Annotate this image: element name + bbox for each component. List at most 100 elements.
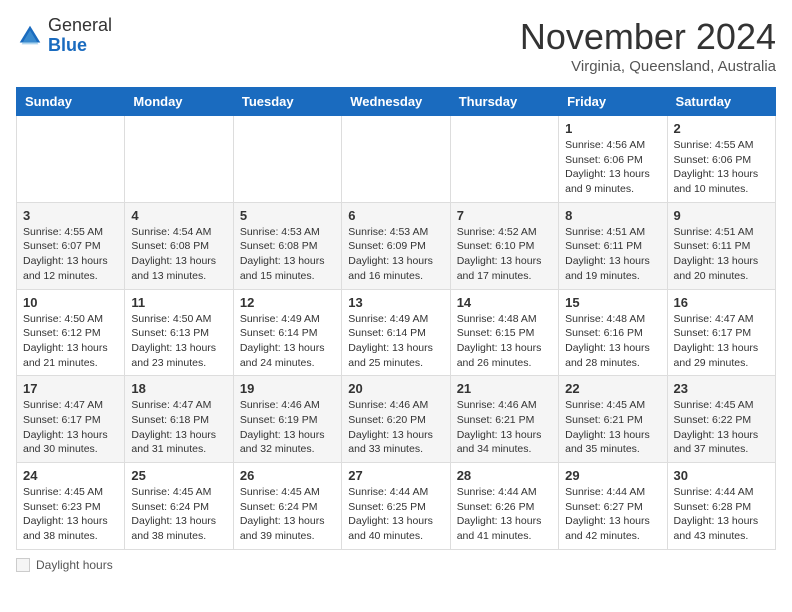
calendar-cell: 23 Sunrise: 4:45 AM Sunset: 6:22 PM Dayli… — [667, 376, 775, 463]
calendar-week-0: 1 Sunrise: 4:56 AM Sunset: 6:06 PM Daylig… — [17, 116, 776, 203]
col-thursday: Thursday — [450, 88, 558, 116]
day-number: 12 — [240, 295, 335, 310]
legend-box — [16, 558, 30, 572]
day-info: Sunrise: 4:44 AM Sunset: 6:27 PM Dayligh… — [565, 485, 660, 544]
calendar-cell: 12 Sunrise: 4:49 AM Sunset: 6:14 PM Dayli… — [233, 289, 341, 376]
calendar-cell: 22 Sunrise: 4:45 AM Sunset: 6:21 PM Dayli… — [559, 376, 667, 463]
day-number: 14 — [457, 295, 552, 310]
calendar-cell: 2 Sunrise: 4:55 AM Sunset: 6:06 PM Daylig… — [667, 116, 775, 203]
day-info: Sunrise: 4:45 AM Sunset: 6:24 PM Dayligh… — [131, 485, 226, 544]
day-info: Sunrise: 4:44 AM Sunset: 6:28 PM Dayligh… — [674, 485, 769, 544]
day-number: 8 — [565, 208, 660, 223]
day-number: 4 — [131, 208, 226, 223]
day-info: Sunrise: 4:52 AM Sunset: 6:10 PM Dayligh… — [457, 225, 552, 284]
day-number: 7 — [457, 208, 552, 223]
day-info: Sunrise: 4:46 AM Sunset: 6:21 PM Dayligh… — [457, 398, 552, 457]
calendar-cell — [17, 116, 125, 203]
day-info: Sunrise: 4:47 AM Sunset: 6:17 PM Dayligh… — [674, 312, 769, 371]
calendar-cell: 14Sunrise: 4:48 AM Sunset: 6:15 PM Dayli… — [450, 289, 558, 376]
calendar-cell: 7 Sunrise: 4:52 AM Sunset: 6:10 PM Daylig… — [450, 202, 558, 289]
day-info: Sunrise: 4:49 AM Sunset: 6:14 PM Dayligh… — [240, 312, 335, 371]
legend: Daylight hours — [16, 558, 776, 572]
day-number: 13 — [348, 295, 443, 310]
day-info: Sunrise: 4:55 AM Sunset: 6:07 PM Dayligh… — [23, 225, 118, 284]
day-info: Sunrise: 4:50 AM Sunset: 6:12 PM Dayligh… — [23, 312, 118, 371]
col-friday: Friday — [559, 88, 667, 116]
calendar-cell: 27Sunrise: 4:44 AM Sunset: 6:25 PM Dayli… — [342, 463, 450, 550]
day-info: Sunrise: 4:50 AM Sunset: 6:13 PM Dayligh… — [131, 312, 226, 371]
day-number: 30 — [674, 468, 769, 483]
day-info: Sunrise: 4:55 AM Sunset: 6:06 PM Dayligh… — [674, 138, 769, 197]
day-info: Sunrise: 4:48 AM Sunset: 6:16 PM Dayligh… — [565, 312, 660, 371]
calendar-week-4: 24Sunrise: 4:45 AM Sunset: 6:23 PM Dayli… — [17, 463, 776, 550]
calendar-cell: 18Sunrise: 4:47 AM Sunset: 6:18 PM Dayli… — [125, 376, 233, 463]
calendar-cell: 3Sunrise: 4:55 AM Sunset: 6:07 PM Daylig… — [17, 202, 125, 289]
calendar-cell: 21 Sunrise: 4:46 AM Sunset: 6:21 PM Dayli… — [450, 376, 558, 463]
day-number: 11 — [131, 295, 226, 310]
day-number: 25 — [131, 468, 226, 483]
day-number: 16 — [674, 295, 769, 310]
day-info: Sunrise: 4:53 AM Sunset: 6:09 PM Dayligh… — [348, 225, 443, 284]
day-info: Sunrise: 4:44 AM Sunset: 6:26 PM Dayligh… — [457, 485, 552, 544]
calendar-body: 1 Sunrise: 4:56 AM Sunset: 6:06 PM Daylig… — [17, 116, 776, 550]
day-info: Sunrise: 4:51 AM Sunset: 6:11 PM Dayligh… — [674, 225, 769, 284]
calendar-cell: 30 Sunrise: 4:44 AM Sunset: 6:28 PM Dayli… — [667, 463, 775, 550]
calendar-cell: 9 Sunrise: 4:51 AM Sunset: 6:11 PM Daylig… — [667, 202, 775, 289]
calendar-cell — [342, 116, 450, 203]
calendar-cell: 17Sunrise: 4:47 AM Sunset: 6:17 PM Dayli… — [17, 376, 125, 463]
calendar-week-3: 17Sunrise: 4:47 AM Sunset: 6:17 PM Dayli… — [17, 376, 776, 463]
calendar-header: Sunday Monday Tuesday Wednesday Thursday… — [17, 88, 776, 116]
col-saturday: Saturday — [667, 88, 775, 116]
day-number: 1 — [565, 121, 660, 136]
day-number: 5 — [240, 208, 335, 223]
day-number: 26 — [240, 468, 335, 483]
calendar-cell: 8 Sunrise: 4:51 AM Sunset: 6:11 PM Daylig… — [559, 202, 667, 289]
logo: General Blue — [16, 16, 112, 56]
day-number: 9 — [674, 208, 769, 223]
calendar-cell: 24Sunrise: 4:45 AM Sunset: 6:23 PM Dayli… — [17, 463, 125, 550]
day-info: Sunrise: 4:54 AM Sunset: 6:08 PM Dayligh… — [131, 225, 226, 284]
calendar-cell — [233, 116, 341, 203]
title-block: November 2024 Virginia, Queensland, Aust… — [520, 16, 776, 75]
day-number: 2 — [674, 121, 769, 136]
calendar-table: Sunday Monday Tuesday Wednesday Thursday… — [16, 87, 776, 550]
col-sunday: Sunday — [17, 88, 125, 116]
day-number: 28 — [457, 468, 552, 483]
location-subtitle: Virginia, Queensland, Australia — [520, 58, 776, 75]
logo-blue: Blue — [48, 35, 87, 55]
day-info: Sunrise: 4:51 AM Sunset: 6:11 PM Dayligh… — [565, 225, 660, 284]
calendar-cell: 26 Sunrise: 4:45 AM Sunset: 6:24 PM Dayli… — [233, 463, 341, 550]
calendar-cell: 6Sunrise: 4:53 AM Sunset: 6:09 PM Daylig… — [342, 202, 450, 289]
calendar-cell: 29 Sunrise: 4:44 AM Sunset: 6:27 PM Dayli… — [559, 463, 667, 550]
calendar-cell: 13 Sunrise: 4:49 AM Sunset: 6:14 PM Dayli… — [342, 289, 450, 376]
calendar-cell: 25 Sunrise: 4:45 AM Sunset: 6:24 PM Dayli… — [125, 463, 233, 550]
day-number: 18 — [131, 381, 226, 396]
day-info: Sunrise: 4:44 AM Sunset: 6:25 PM Dayligh… — [348, 485, 443, 544]
col-monday: Monday — [125, 88, 233, 116]
day-info: Sunrise: 4:45 AM Sunset: 6:21 PM Dayligh… — [565, 398, 660, 457]
page-header: General Blue November 2024 Virginia, Que… — [16, 16, 776, 75]
day-number: 22 — [565, 381, 660, 396]
day-info: Sunrise: 4:45 AM Sunset: 6:24 PM Dayligh… — [240, 485, 335, 544]
day-number: 19 — [240, 381, 335, 396]
col-wednesday: Wednesday — [342, 88, 450, 116]
calendar-cell: 16 Sunrise: 4:47 AM Sunset: 6:17 PM Dayli… — [667, 289, 775, 376]
calendar-cell — [450, 116, 558, 203]
day-info: Sunrise: 4:56 AM Sunset: 6:06 PM Dayligh… — [565, 138, 660, 197]
calendar-week-1: 3Sunrise: 4:55 AM Sunset: 6:07 PM Daylig… — [17, 202, 776, 289]
day-number: 15 — [565, 295, 660, 310]
legend-label: Daylight hours — [36, 558, 113, 572]
calendar-week-2: 10 Sunrise: 4:50 AM Sunset: 6:12 PM Dayli… — [17, 289, 776, 376]
day-number: 29 — [565, 468, 660, 483]
day-info: Sunrise: 4:45 AM Sunset: 6:22 PM Dayligh… — [674, 398, 769, 457]
day-number: 23 — [674, 381, 769, 396]
day-number: 10 — [23, 295, 118, 310]
col-tuesday: Tuesday — [233, 88, 341, 116]
header-row: Sunday Monday Tuesday Wednesday Thursday… — [17, 88, 776, 116]
calendar-cell: 11 Sunrise: 4:50 AM Sunset: 6:13 PM Dayli… — [125, 289, 233, 376]
day-info: Sunrise: 4:46 AM Sunset: 6:19 PM Dayligh… — [240, 398, 335, 457]
day-info: Sunrise: 4:49 AM Sunset: 6:14 PM Dayligh… — [348, 312, 443, 371]
day-info: Sunrise: 4:45 AM Sunset: 6:23 PM Dayligh… — [23, 485, 118, 544]
day-info: Sunrise: 4:46 AM Sunset: 6:20 PM Dayligh… — [348, 398, 443, 457]
day-number: 21 — [457, 381, 552, 396]
